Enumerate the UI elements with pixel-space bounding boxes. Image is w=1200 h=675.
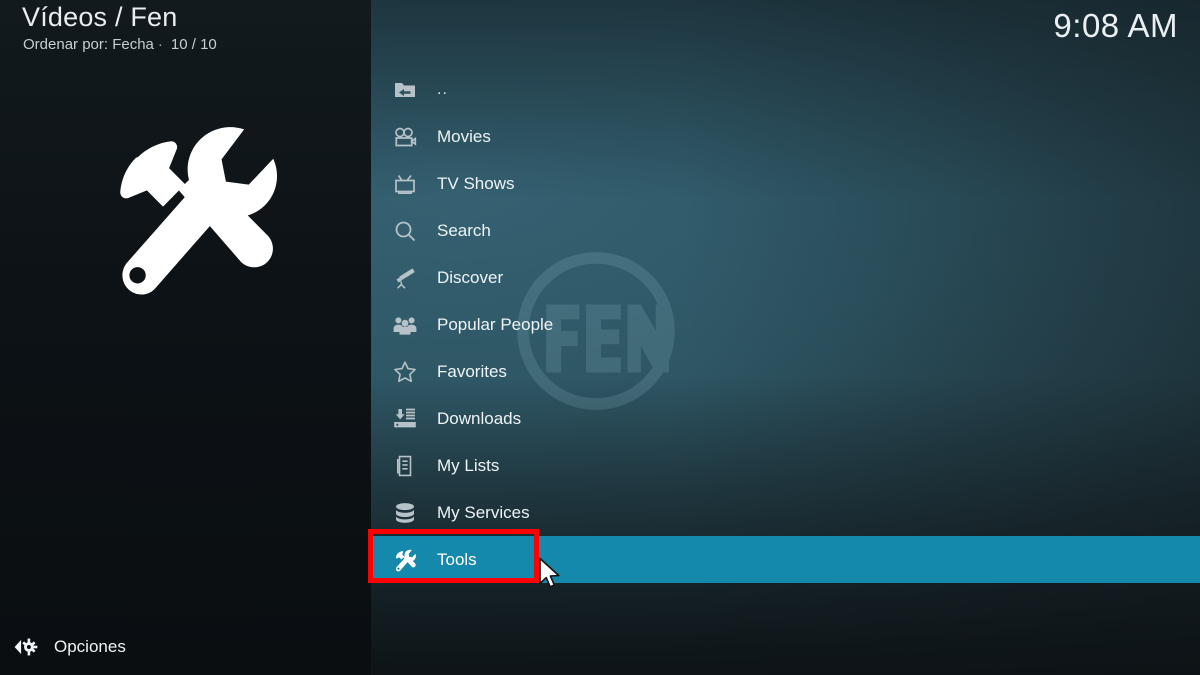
menu-item-label: My Lists xyxy=(437,455,500,475)
options-button[interactable]: Opciones xyxy=(10,631,126,663)
menu-item-my-lists[interactable]: My Lists xyxy=(371,442,1200,489)
menu-list: .. Movies TV Shows Search Discover Popul… xyxy=(371,66,1200,583)
menu-item-label: Downloads xyxy=(437,408,522,428)
menu-item-my-services[interactable]: My Services xyxy=(371,489,1200,536)
menu-item-label: Popular People xyxy=(437,314,554,334)
kodi-screen: Vídeos / Fen Ordenar por: Fecha · 10 / 10 xyxy=(0,0,1200,675)
left-arrow-gear-icon xyxy=(10,635,40,659)
menu-item-label: Search xyxy=(437,220,491,240)
menu-item-tv-shows[interactable]: TV Shows xyxy=(371,160,1200,207)
documents-icon xyxy=(390,451,420,481)
magnifier-icon xyxy=(390,216,420,246)
movie-camera-icon xyxy=(390,122,420,152)
sort-label: Ordenar por: Fecha xyxy=(23,36,154,53)
menu-item-favorites[interactable]: Favorites xyxy=(371,348,1200,395)
download-drive-icon xyxy=(390,404,420,434)
menu-item-parent-folder[interactable]: .. xyxy=(371,66,1200,113)
database-icon xyxy=(390,498,420,528)
telescope-icon xyxy=(390,263,420,293)
info-panel: Vídeos / Fen Ordenar por: Fecha · 10 / 10 xyxy=(0,0,371,675)
menu-item-downloads[interactable]: Downloads xyxy=(371,395,1200,442)
sort-and-count-label: Ordenar por: Fecha · 10 / 10 xyxy=(23,36,217,53)
menu-item-label: My Services xyxy=(437,502,530,522)
star-outline-icon xyxy=(390,357,420,387)
menu-item-label: Tools xyxy=(437,549,477,569)
separator-dot: · xyxy=(157,36,163,53)
people-group-icon xyxy=(390,310,420,340)
menu-item-label: Movies xyxy=(437,126,491,146)
menu-item-popular-people[interactable]: Popular People xyxy=(371,301,1200,348)
clock: 9:08 AM xyxy=(1053,7,1178,44)
menu-item-label: TV Shows xyxy=(437,173,515,193)
menu-item-label: Favorites xyxy=(437,361,507,381)
menu-item-label: .. xyxy=(437,80,448,98)
menu-item-search[interactable]: Search xyxy=(371,207,1200,254)
item-count: 10 / 10 xyxy=(170,36,217,53)
menu-item-label: Discover xyxy=(437,267,504,287)
hammer-and-wrench-icon xyxy=(95,112,285,312)
menu-item-movies[interactable]: Movies xyxy=(371,113,1200,160)
page-title: Vídeos / Fen xyxy=(22,2,178,32)
options-label: Opciones xyxy=(54,637,126,656)
folder-back-icon xyxy=(390,75,420,105)
hammer-and-wrench-icon xyxy=(390,545,420,575)
menu-item-tools[interactable]: Tools xyxy=(371,536,1200,583)
television-icon xyxy=(390,169,420,199)
menu-item-discover[interactable]: Discover xyxy=(371,254,1200,301)
